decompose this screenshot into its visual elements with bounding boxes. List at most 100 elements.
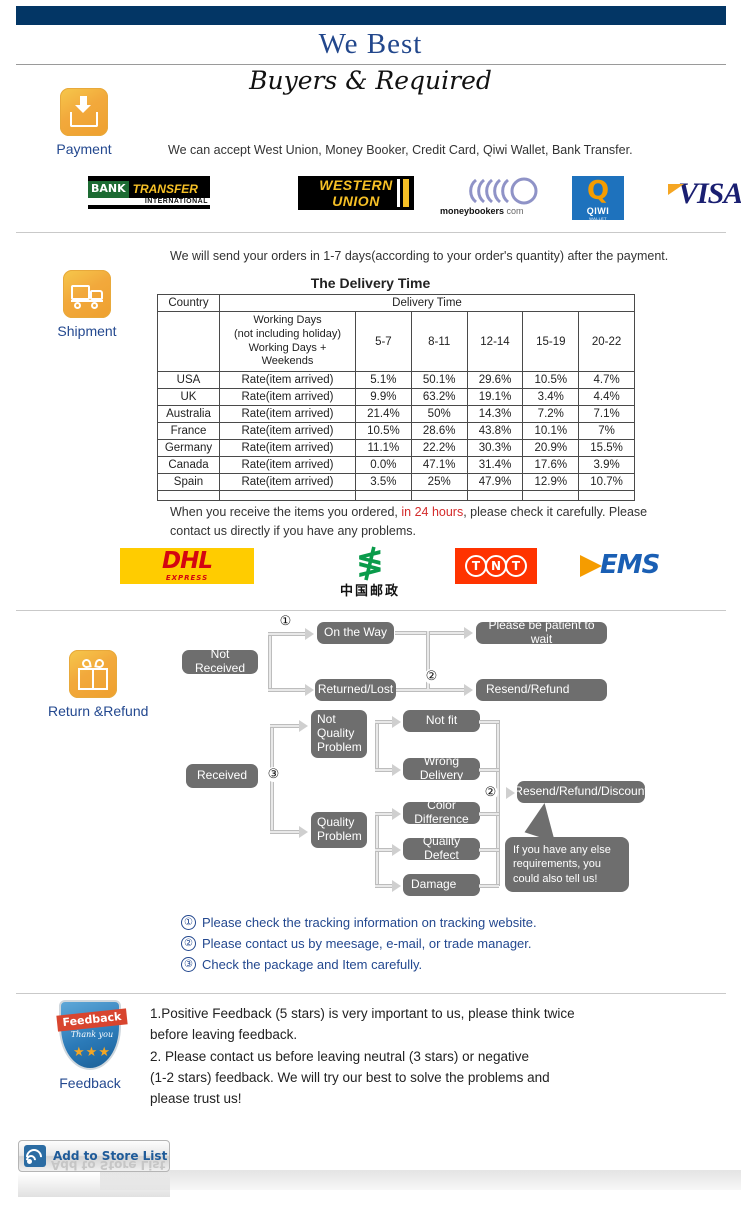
arrow-to-resend-refund xyxy=(464,684,473,696)
bank-transfer-logo: BANK TRANSFER INTERNATIONAL xyxy=(88,176,210,209)
cell-rate-1: 63.2% xyxy=(410,388,468,406)
cell-rate-0: 21.4% xyxy=(355,405,412,423)
table-row: Canada Rate(item arrived) 0.0% 47.1% 31.4% 17… xyxy=(157,456,635,474)
cell-country: Canada xyxy=(157,456,220,474)
cell-rate-0: 9.9% xyxy=(355,388,412,406)
table-subheader-row: Working Days (not including holiday) Wor… xyxy=(157,311,635,372)
cell-rate-3: 3.4% xyxy=(522,388,580,406)
table-row: Spain Rate(item arrived) 3.5% 25% 47.9% 12.9%… xyxy=(157,473,635,491)
check-note-pre: When you receive the items you ordered, xyxy=(170,505,402,519)
cell-rate-0: 5.1% xyxy=(355,371,412,389)
tnt-letter-2: T xyxy=(505,555,527,577)
check-note-highlight: in 24 hours xyxy=(401,505,464,519)
payment-label: Payment xyxy=(56,141,112,157)
cell-rate-3: 10.5% xyxy=(522,371,580,389)
node-not-fit: Not fit xyxy=(403,710,480,732)
flow-line-nr-bottom xyxy=(268,688,306,692)
feedback-line: before leaving feedback. xyxy=(150,1027,298,1043)
marker-1: ① xyxy=(278,613,293,629)
cell-rate-2: 19.1% xyxy=(466,388,524,406)
qp-line1: Quality xyxy=(317,815,355,830)
nqp-line1: Not xyxy=(317,712,336,727)
moneybookers-text: moneybookers com xyxy=(440,206,524,216)
western-union-bar xyxy=(403,179,409,207)
rss-arc-outer-icon xyxy=(22,1145,46,1169)
header-country: Country xyxy=(157,294,220,312)
cell-rate-1: 50.1% xyxy=(410,371,468,389)
cell-rate-4: 7.1% xyxy=(578,405,635,423)
flow-line-rec-top xyxy=(270,724,300,728)
check-note-post: , please check it carefully. Please xyxy=(463,505,648,519)
payment-description: We can accept West Union, Money Booker, … xyxy=(168,143,633,157)
cell-rate-label: Rate(item arrived) xyxy=(219,473,356,491)
marker-2a: ② xyxy=(424,668,439,684)
cell-country: UK xyxy=(157,388,220,406)
arrow-to-not-quality xyxy=(299,720,308,732)
day-range-2: 12-14 xyxy=(466,311,524,372)
cell-rate-label: Rate(item arrived) xyxy=(219,371,356,389)
arrow-to-quality-defect xyxy=(392,844,401,856)
table-row: USA Rate(item arrived) 5.1% 50.1% 29.6% 10.5%… xyxy=(157,371,635,389)
node-returned-lost: Returned/Lost xyxy=(315,679,396,701)
flow-line-dm-right xyxy=(479,884,499,888)
arrow-to-on-the-way xyxy=(305,628,314,640)
note-number: ② xyxy=(181,936,196,951)
node-quality-problem: Quality Problem xyxy=(311,812,367,848)
western-union-logo: WESTERN UNION xyxy=(298,176,414,210)
cell-rate-4: 4.7% xyxy=(578,371,635,389)
divider-payment-shipment xyxy=(16,232,726,233)
working-days-line3: Working Days + Weekends xyxy=(248,341,327,368)
cell-rate-1: 50% xyxy=(410,405,468,423)
bank-transfer-line1: BANK xyxy=(88,180,129,198)
payment-section-icon: Payment xyxy=(45,88,123,157)
cell-rate-label: Rate(item arrived) xyxy=(219,422,356,440)
flow-line-nqp-vert xyxy=(375,720,379,772)
arrow-to-quality-problem xyxy=(299,826,308,838)
node-received: Received xyxy=(186,764,258,788)
cell-rate-label: Rate(item arrived) xyxy=(219,456,356,474)
cell-rate-2: 29.6% xyxy=(466,371,524,389)
cell-rate-label: Rate(item arrived) xyxy=(219,405,356,423)
note-text: Check the package and Item carefully. xyxy=(202,957,423,972)
feedback-text: 1.Positive Feedback (5 stars) is very im… xyxy=(150,1003,710,1110)
header-delivery-time: Delivery Time xyxy=(219,294,635,312)
cell-rate-2: 14.3% xyxy=(466,405,524,423)
cell-rate-1: 47.1% xyxy=(410,456,468,474)
returns-notes: ① Please check the tracking information … xyxy=(181,915,537,978)
divider-returns-feedback xyxy=(16,993,726,994)
add-to-store-list-wrap[interactable]: Add to Store List Add to Store List xyxy=(18,1140,170,1197)
day-range-4: 20-22 xyxy=(578,311,635,372)
arrow-to-damage xyxy=(392,880,401,892)
table-blank-row xyxy=(157,490,635,501)
feedback-line: 2. Please contact us before leaving neut… xyxy=(150,1048,529,1064)
cell-rate-2: 31.4% xyxy=(466,456,524,474)
flow-line-cd-right xyxy=(479,812,499,816)
divider-shipment-returns xyxy=(16,610,726,611)
working-days-line2: (not including holiday) xyxy=(233,327,341,340)
flow-line-rec-bottom xyxy=(270,830,300,834)
flow-line-wd-right xyxy=(479,768,499,772)
flow-line-otw-right xyxy=(395,631,465,635)
cell-rate-1: 22.2% xyxy=(410,439,468,457)
china-post-text: 中国邮政 xyxy=(339,583,400,598)
flow-line-rl-right xyxy=(396,688,465,692)
shipment-label: Shipment xyxy=(57,323,117,339)
node-color-difference: Color Difference xyxy=(403,798,480,826)
cell-rate-0: 3.5% xyxy=(355,473,412,491)
tnt-letter-1: N xyxy=(485,555,507,577)
marker-2b: ② xyxy=(483,784,498,800)
node-not-quality-problem: Not Quality Problem xyxy=(311,710,367,758)
dhl-text: DHL xyxy=(162,548,213,574)
dhl-sub: EXPRESS xyxy=(165,574,209,582)
ems-logo: EMS xyxy=(580,550,700,584)
cell-rate-4: 7% xyxy=(578,422,635,440)
add-to-store-list-button[interactable]: Add to Store List Add to Store List xyxy=(18,1140,170,1172)
note-item: ② Please contact us by meesage, e-mail, … xyxy=(181,936,537,951)
ems-triangle-icon xyxy=(580,555,602,577)
node-damage: Damage xyxy=(403,874,480,896)
divider-top xyxy=(16,64,726,65)
node-quality-defect: Quality Defect xyxy=(403,834,480,862)
check-items-note: When you receive the items you ordered, … xyxy=(170,503,690,542)
returns-flowchart: Not Received ① On the Way Returned/Lost … xyxy=(0,612,741,912)
cell-country: USA xyxy=(157,371,220,389)
